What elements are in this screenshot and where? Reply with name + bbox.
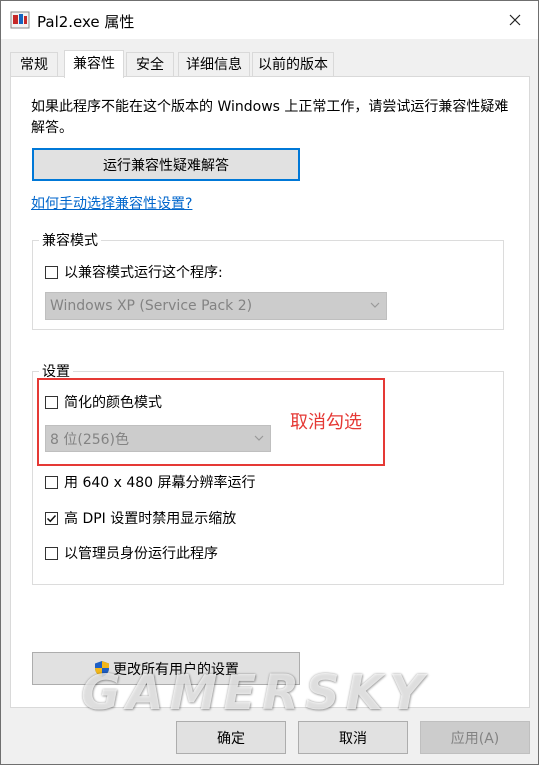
app-icon	[10, 11, 30, 29]
tab-label: 安全	[136, 57, 164, 73]
tab-label: 以前的版本	[258, 57, 328, 73]
cancel-button[interactable]: 取消	[298, 721, 408, 754]
compat-mode-checkbox-row[interactable]: 以兼容模式运行这个程序:	[45, 262, 223, 282]
properties-window: Pal2.exe 属性 常规 兼容性 安全 详细信息 以前的版本 如果此程序不能…	[0, 0, 539, 765]
tab-label: 兼容性	[73, 56, 115, 72]
apply-button-label: 应用(A)	[450, 730, 500, 747]
annotation-text: 取消勾选	[290, 412, 362, 433]
os-version-value: Windows XP (Service Pack 2)	[50, 298, 253, 314]
os-version-select[interactable]: Windows XP (Service Pack 2)	[45, 292, 387, 320]
compat-description: 如果此程序不能在这个版本的 Windows 上正常工作，请尝试运行兼容性疑难解答…	[31, 99, 509, 136]
high-dpi-row[interactable]: 高 DPI 设置时禁用显示缩放	[45, 508, 236, 528]
resolution-640-checkbox[interactable]	[45, 475, 58, 489]
compat-mode-group: 兼容模式 以兼容模式运行这个程序: Windows XP (Service Pa…	[32, 230, 504, 330]
compat-mode-label: 以兼容模式运行这个程序:	[64, 265, 223, 281]
cancel-button-label: 取消	[339, 730, 367, 747]
chevron-down-icon	[370, 302, 380, 308]
tab-strip: 常规 兼容性 安全 详细信息 以前的版本	[10, 50, 530, 78]
tab-compatibility[interactable]: 兼容性	[64, 50, 124, 78]
run-as-admin-row[interactable]: 以管理员身份运行此程序	[45, 543, 218, 563]
apply-button[interactable]: 应用(A)	[420, 721, 530, 754]
compat-mode-title: 兼容模式	[39, 230, 101, 250]
title-bar[interactable]: Pal2.exe 属性	[1, 1, 538, 39]
close-icon	[509, 14, 521, 26]
checkmark-icon	[46, 514, 57, 522]
tab-previous-versions[interactable]: 以前的版本	[252, 52, 334, 76]
high-dpi-label: 高 DPI 设置时禁用显示缩放	[64, 511, 237, 527]
tab-security[interactable]: 安全	[126, 52, 174, 76]
ok-button-label: 确定	[217, 730, 245, 747]
ok-button[interactable]: 确定	[176, 721, 286, 754]
run-as-admin-checkbox[interactable]	[45, 546, 58, 560]
high-dpi-checkbox[interactable]	[45, 511, 58, 525]
compat-mode-checkbox[interactable]	[45, 265, 58, 279]
resolution-640-label: 用 640 x 480 屏幕分辨率运行	[64, 475, 256, 491]
run-as-admin-label: 以管理员身份运行此程序	[64, 546, 218, 562]
tab-label: 详细信息	[186, 57, 242, 73]
tab-general[interactable]: 常规	[10, 52, 58, 76]
tab-details[interactable]: 详细信息	[178, 52, 250, 76]
manual-settings-link[interactable]: 如何手动选择兼容性设置?	[31, 193, 192, 213]
tab-label: 常规	[20, 57, 48, 73]
resolution-640-row[interactable]: 用 640 x 480 屏幕分辨率运行	[45, 472, 256, 492]
troubleshoot-button[interactable]: 运行兼容性疑难解答	[32, 148, 300, 181]
troubleshoot-button-label: 运行兼容性疑难解答	[103, 157, 229, 174]
window-title: Pal2.exe 属性	[37, 13, 135, 31]
watermark: GAMERSKY	[81, 665, 430, 721]
close-button[interactable]	[492, 1, 538, 39]
